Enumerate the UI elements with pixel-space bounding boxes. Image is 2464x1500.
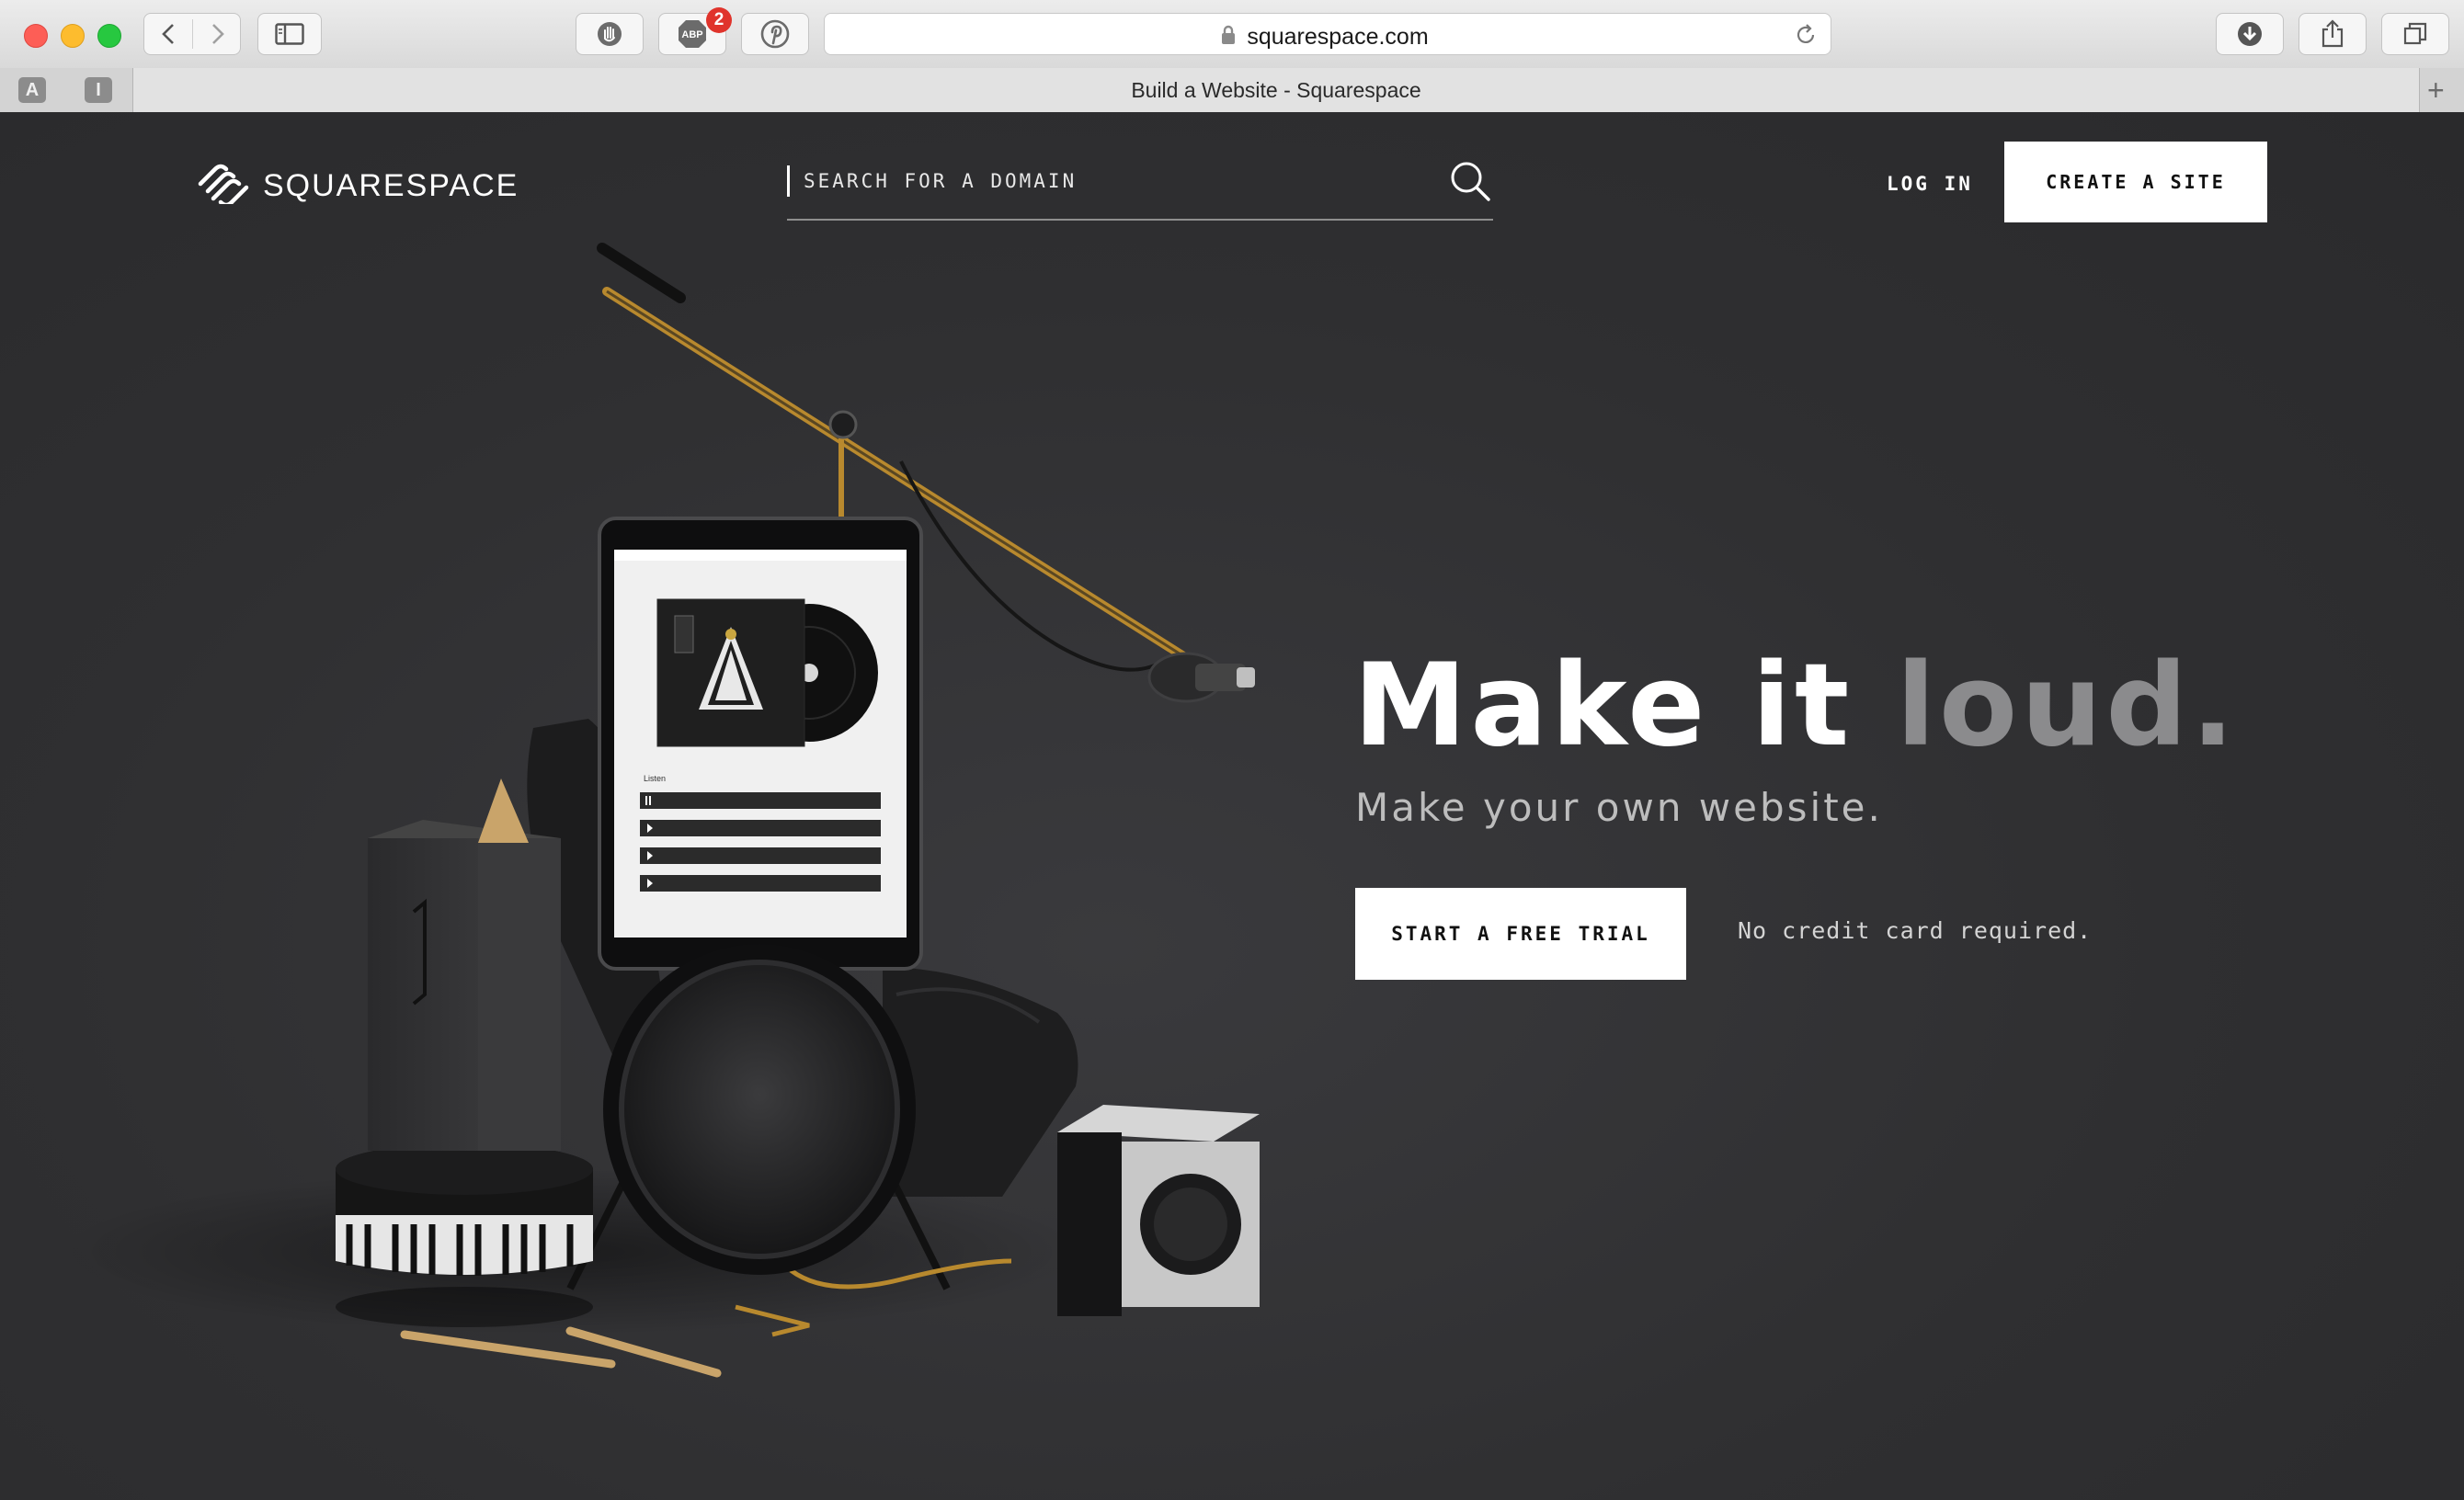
tab-bar: A I Build a Website - Squarespace + [0,68,2464,113]
pinterest-icon [760,19,790,49]
text-cursor [787,165,790,197]
share-button[interactable] [2299,13,2367,55]
keyboard-pedestal [336,778,593,1327]
forward-icon[interactable] [205,22,229,46]
extension-hand-button[interactable] [576,13,644,55]
favorite-a[interactable]: A [18,77,46,103]
boom-joint [828,410,858,439]
tabs-overview-icon [2402,21,2428,47]
tablet: Listen [598,517,923,971]
microphone-icon [1147,652,1255,703]
browser-toolbar: ABP 2 squarespace.com [0,0,2464,69]
tablet-listen-label: Listen [644,774,666,783]
favorite-i[interactable]: I [85,77,112,103]
tab-active[interactable]: Build a Website - Squarespace [132,68,2420,112]
svg-text:ABP: ABP [681,29,702,40]
cube-speaker [1057,1105,1260,1316]
adblock-icon: ABP [677,18,708,50]
minimize-window-button[interactable] [61,24,85,48]
back-icon[interactable] [157,22,181,46]
tabs-overview-button[interactable] [2381,13,2449,55]
sidebar-icon [275,23,304,45]
share-icon [2320,19,2345,49]
domain-search [787,158,1493,221]
address-bar[interactable]: squarespace.com [824,13,1831,55]
reload-icon[interactable] [1794,23,1818,51]
hand-stop-icon [596,20,623,48]
no-credit-card-note: No credit card required. [1738,917,2093,944]
pinterest-button[interactable] [741,13,809,55]
zoom-window-button[interactable] [97,24,121,48]
nav-divider [192,19,193,49]
search-icon[interactable] [1449,160,1491,207]
login-link[interactable]: LOG IN [1887,173,1973,195]
download-icon [2236,20,2264,48]
page-content: Listen SQUARESPACE SEARCH FOR A DOMAIN L… [0,112,2464,1500]
url-text: squarespace.com [1247,24,1429,50]
logo-text: SQUARESPACE [263,168,519,203]
close-window-button[interactable] [24,24,48,48]
headline-emphasis: loud. [1896,640,2239,772]
drumsticks [400,1326,722,1378]
headline-text: Make it [1353,640,1897,772]
sidebar-button[interactable] [257,13,322,55]
create-site-button[interactable]: CREATE A SITE [2004,142,2267,222]
domain-search-input[interactable] [802,164,1431,199]
hero-illustration: Listen [55,243,1260,1378]
adblock-count-badge: 2 [706,7,732,33]
start-free-trial-button[interactable]: START A FREE TRIAL [1355,888,1686,980]
hero-subheadline: Make your own website. [1355,785,1883,830]
tab-title: Build a Website - Squarespace [1131,78,1421,102]
squarespace-logo-icon [197,164,250,209]
squarespace-logo[interactable]: SQUARESPACE [197,164,519,209]
new-tab-button[interactable]: + [2427,74,2445,108]
downloads-button[interactable] [2216,13,2284,55]
nav-buttons [143,13,241,55]
hero-headline: Make it loud. [1353,640,2238,772]
